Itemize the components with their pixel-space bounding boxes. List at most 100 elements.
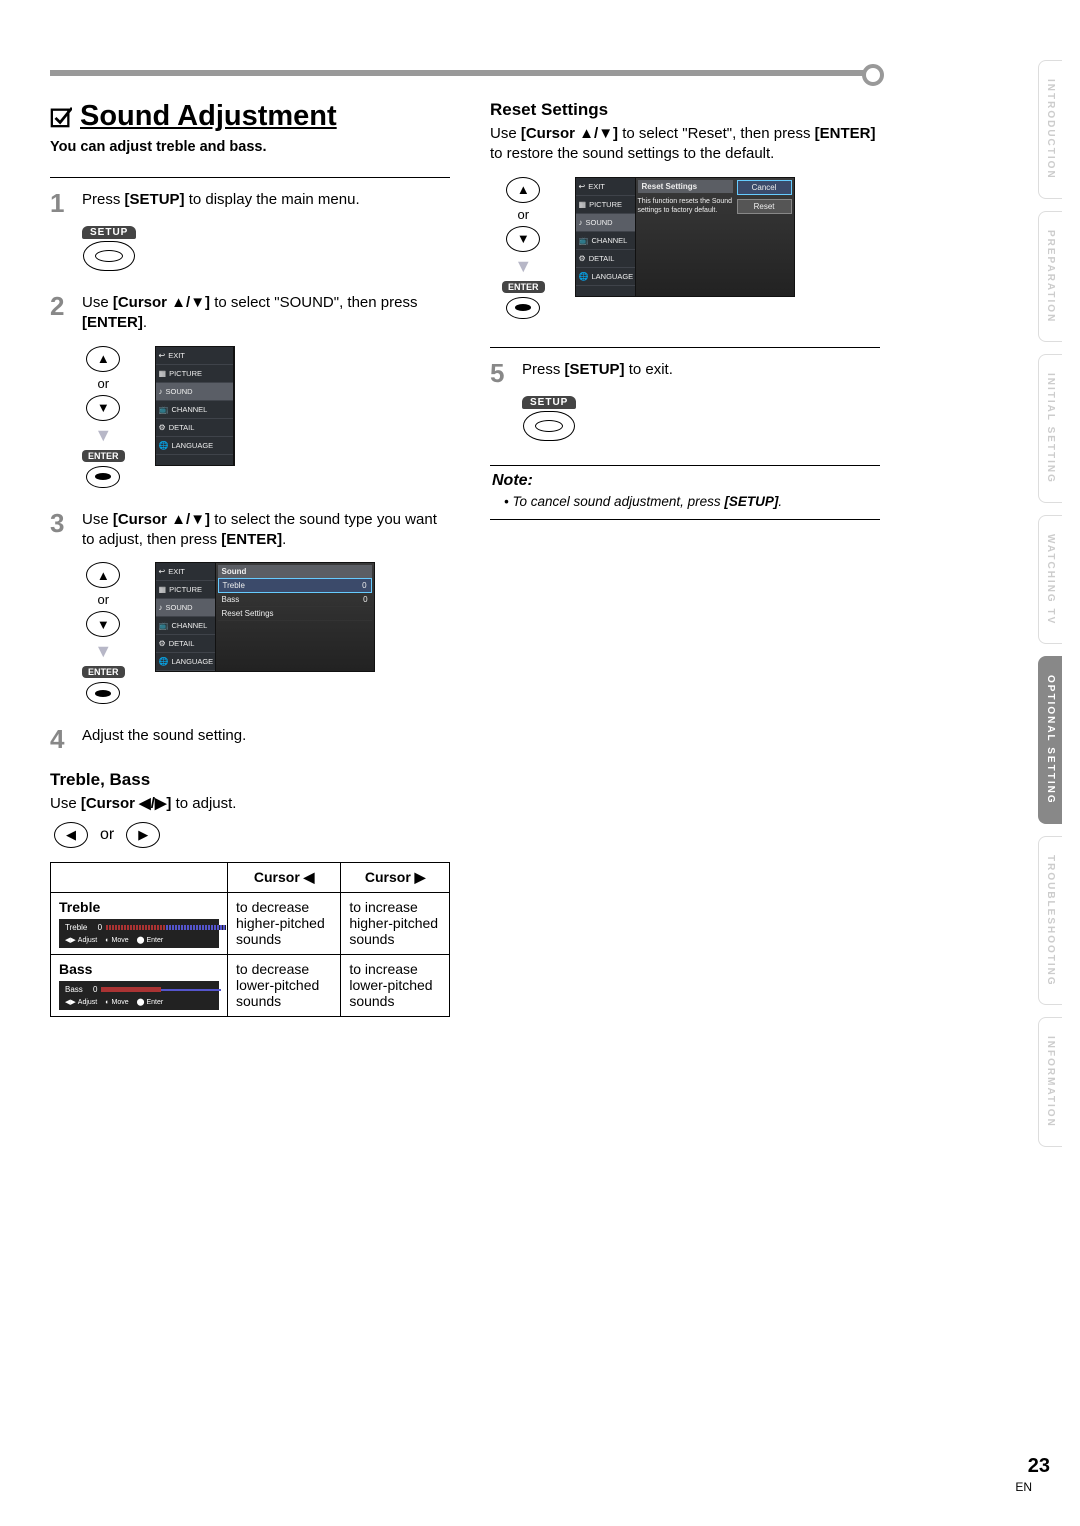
tab-information[interactable]: INFORMATION	[1038, 1017, 1062, 1147]
cursor-enter-graphic: ▲ or ▼ ▼ ENTER ↩EXIT ▦PICTURE ♪SOUND 📺CH…	[82, 346, 450, 488]
step-2: 2 Use [Cursor ▲/▼] to select "SOUND", th…	[50, 293, 450, 334]
cell-treble-right: to increase higher-pitched sounds	[341, 893, 450, 955]
cell-treble-left: to decrease higher-pitched sounds	[228, 893, 341, 955]
table-row-treble: Treble Treble 0 ◀▶ Adjust◐ Move⬤ Enter t…	[51, 893, 450, 955]
step-divider	[50, 177, 450, 178]
osd-row-treble: Treble0	[218, 578, 372, 593]
bass-slider-box: Bass 0 ◀▶ Adjust◐ Move⬤ Enter	[59, 981, 219, 1010]
enter-button-icon	[86, 682, 120, 704]
oval-button-icon	[83, 241, 135, 271]
enter-label: ENTER	[82, 666, 125, 678]
or-label: or	[517, 207, 529, 222]
cursor-key: [Cursor ▲/▼]	[113, 511, 210, 528]
osd-menu-sound-select: ↩EXIT ▦PICTURE ♪SOUND 📺CHANNEL ⚙DETAIL 🌐…	[155, 346, 235, 466]
step-number: 5	[490, 360, 512, 386]
header-rule	[50, 70, 880, 76]
enter-button-icon	[86, 466, 120, 488]
osd-nav: ↩EXIT ▦PICTURE ♪SOUND 📺CHANNEL ⚙DETAIL 🌐…	[156, 563, 216, 671]
osd-language: 🌐LANGUAGE	[156, 437, 233, 455]
page-title: Sound Adjustment	[50, 100, 337, 133]
osd-body: Sound Treble0 Bass0 Reset Settings	[216, 563, 374, 671]
th-blank	[51, 863, 228, 893]
cursor-enter-graphic-2: ▲ or ▼ ▼ ENTER ↩EXIT ▦PICTURE ♪SOUND 📺CH…	[82, 562, 450, 704]
osd-nav: ↩EXIT ▦PICTURE ♪SOUND 📺CHANNEL ⚙DETAIL 🌐…	[576, 178, 636, 296]
osd-exit: ↩EXIT	[156, 563, 215, 581]
down-arrow-icon: ▼	[86, 395, 120, 421]
step-number: 1	[50, 190, 72, 216]
enter-key: [ENTER]	[815, 125, 876, 142]
osd-language: 🌐LANGUAGE	[576, 268, 635, 286]
osd-language: 🌐LANGUAGE	[156, 653, 215, 671]
tab-troubleshooting[interactable]: TROUBLESHOOTING	[1038, 836, 1062, 1006]
setup-button-graphic: SETUP	[82, 226, 136, 271]
language-code: EN	[1015, 1480, 1032, 1494]
step-4: 4 Adjust the sound setting.	[50, 726, 450, 752]
intro-text: You can adjust treble and bass.	[50, 139, 450, 155]
osd-menu-sound-list: ↩EXIT ▦PICTURE ♪SOUND 📺CHANNEL ⚙DETAIL 🌐…	[155, 562, 375, 672]
page-footer: 23 EN	[1015, 1455, 1050, 1494]
step-3: 3 Use [Cursor ▲/▼] to select the sound t…	[50, 510, 450, 551]
osd-channel: 📺CHANNEL	[156, 617, 215, 635]
treble-bass-instruction: Use [Cursor ◀/▶] to adjust.	[50, 794, 450, 814]
note-heading: Note:	[492, 472, 878, 490]
setup-label: SETUP	[82, 226, 136, 239]
note-box: Note: To cancel sound adjustment, press …	[490, 465, 880, 520]
flow-arrow-icon: ▼	[94, 641, 112, 662]
enter-key: [ENTER]	[221, 531, 282, 548]
step-divider	[490, 347, 880, 348]
osd-row-bass: Bass0	[218, 593, 372, 607]
osd-row-reset: Reset Settings	[218, 607, 372, 621]
up-arrow-icon: ▲	[506, 177, 540, 203]
cancel-button: Cancel	[737, 180, 792, 195]
tab-introduction[interactable]: INTRODUCTION	[1038, 60, 1062, 199]
section-tabs: INTRODUCTION PREPARATION INITIAL SETTING…	[1038, 60, 1062, 1147]
adjustment-table: Cursor ◀ Cursor ▶ Treble Treble 0 ◀▶ Adj…	[50, 862, 450, 1017]
table-row-bass: Bass Bass 0 ◀▶ Adjust◐ Move⬤ Enter to de…	[51, 955, 450, 1017]
setup-button-graphic: SETUP	[522, 396, 576, 441]
enter-label: ENTER	[82, 450, 125, 462]
or-label: or	[100, 826, 114, 844]
page-number: 23	[1015, 1455, 1050, 1478]
up-arrow-icon: ▲	[86, 346, 120, 372]
osd-header: Sound	[218, 565, 372, 578]
setup-label: SETUP	[522, 396, 576, 409]
osd-body: Reset Settings This function resets the …	[636, 178, 794, 296]
cell-bass-left: to decrease lower-pitched sounds	[228, 955, 341, 1017]
setup-key: [SETUP]	[565, 361, 625, 378]
enter-button-icon	[506, 297, 540, 319]
tab-initial-setting[interactable]: INITIAL SETTING	[1038, 354, 1062, 503]
osd-nav: ↩EXIT ▦PICTURE ♪SOUND 📺CHANNEL ⚙DETAIL 🌐…	[156, 347, 234, 465]
step-number: 3	[50, 510, 72, 536]
title-text: Sound Adjustment	[80, 100, 337, 133]
osd-detail: ⚙DETAIL	[576, 250, 635, 268]
left-arrow-icon: ◀	[54, 822, 88, 848]
osd-exit: ↩EXIT	[156, 347, 233, 365]
arrow-stack: ▲ or ▼ ▼ ENTER	[82, 562, 125, 704]
cell-bass-right: to increase lower-pitched sounds	[341, 955, 450, 1017]
step-text: Adjust the sound setting.	[82, 726, 450, 746]
tab-optional-setting[interactable]: OPTIONAL SETTING	[1038, 656, 1062, 824]
step-text: Press [SETUP] to exit.	[522, 360, 880, 380]
tab-preparation[interactable]: PREPARATION	[1038, 211, 1062, 342]
step-5: 5 Press [SETUP] to exit.	[490, 360, 880, 386]
setup-key: [SETUP]	[724, 494, 778, 509]
up-arrow-icon: ▲	[86, 562, 120, 588]
cell-treble-label: Treble Treble 0 ◀▶ Adjust◐ Move⬤ Enter	[51, 893, 228, 955]
or-label: or	[97, 376, 109, 391]
treble-slider-box: Treble 0 ◀▶ Adjust◐ Move⬤ Enter	[59, 919, 219, 948]
tab-watching-tv[interactable]: WATCHING TV	[1038, 515, 1062, 644]
cursor-lr-key: [Cursor ◀/▶]	[81, 795, 172, 812]
cell-bass-label: Bass Bass 0 ◀▶ Adjust◐ Move⬤ Enter	[51, 955, 228, 1017]
osd-channel: 📺CHANNEL	[576, 232, 635, 250]
osd-picture: ▦PICTURE	[576, 196, 635, 214]
arrow-stack: ▲ or ▼ ▼ ENTER	[502, 177, 545, 319]
th-left: Cursor ◀	[228, 863, 341, 893]
or-label: or	[97, 592, 109, 607]
enter-key: [ENTER]	[82, 314, 143, 331]
reset-message: This function resets the Sound settings …	[638, 197, 733, 215]
down-arrow-icon: ▼	[86, 611, 120, 637]
reset-heading: Reset Settings	[490, 100, 880, 120]
right-arrow-icon: ▶	[126, 822, 160, 848]
step-text: Press [SETUP] to display the main menu.	[82, 190, 450, 210]
left-column: Sound Adjustment You can adjust treble a…	[50, 100, 450, 1017]
